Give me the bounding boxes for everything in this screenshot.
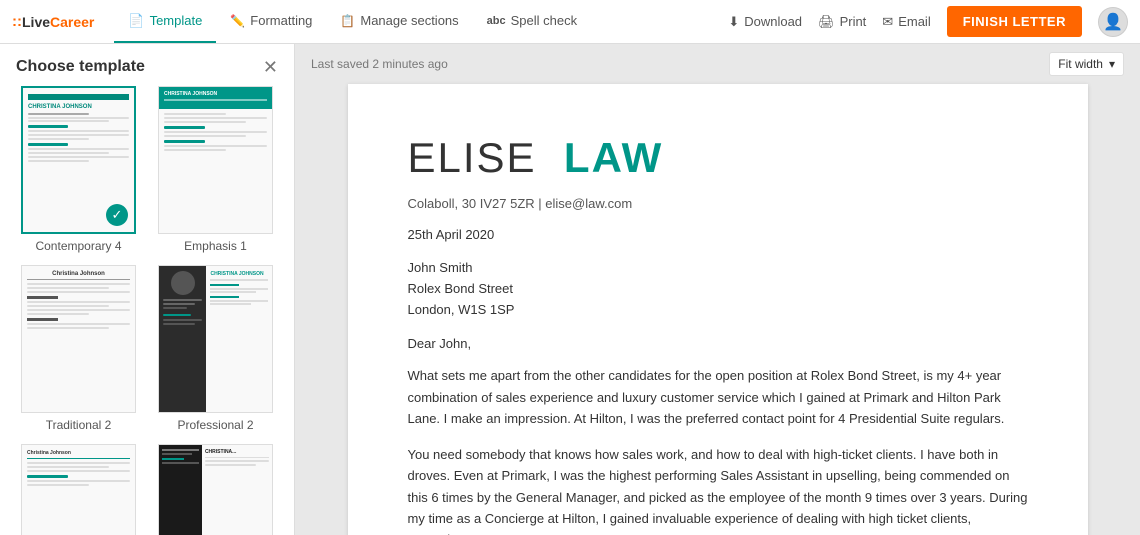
template-thumb-contemporary-4[interactable]: CHRISTINA JOHNSON ✓ [21, 86, 136, 234]
template-item-5[interactable]: Christina Johnson [16, 444, 141, 535]
main-layout: Choose template ✕ CHRISTINA JOHNSON [0, 44, 1140, 535]
tab-spell-check[interactable]: abc Spell check [473, 0, 591, 43]
letter-last-name: LAW [564, 134, 663, 181]
email-icon: ✉ [882, 14, 893, 30]
recipient-name: John Smith [408, 260, 473, 275]
fit-width-label: Fit width [1058, 57, 1103, 71]
letter-first-name: ELISE [408, 134, 537, 181]
template-thumb-6[interactable]: CHRISTINA... [158, 444, 273, 535]
chevron-down-icon: ▾ [1109, 57, 1115, 71]
letter-document: ELISE LAW Colaboll, 30 IV27 5ZR | elise@… [348, 84, 1088, 535]
template-item-traditional-2[interactable]: Christina Johnson [16, 265, 141, 432]
manage-sections-icon: 📋 [340, 14, 355, 28]
email-label: Email [898, 14, 931, 29]
close-sidebar-button[interactable]: ✕ [263, 58, 278, 76]
template-grid: CHRISTINA JOHNSON ✓ [0, 86, 294, 535]
letter-contact: Colaboll, 30 IV27 5ZR | elise@law.com [408, 196, 1028, 211]
finish-letter-button[interactable]: FINISH LETTER [947, 6, 1082, 37]
print-action[interactable]: 🖨 Print [818, 14, 866, 30]
formatting-icon: ✏️ [230, 14, 245, 28]
recipient-line3: London, W1S 1SP [408, 302, 515, 317]
nav-tabs: 📄 Template ✏️ Formatting 📋 Manage sectio… [114, 0, 728, 43]
content-area: Last saved 2 minutes ago Fit width ▾ ELI… [295, 44, 1140, 535]
fit-width-dropdown[interactable]: Fit width ▾ [1049, 52, 1124, 76]
letter-recipient: John Smith Rolex Bond Street London, W1S… [408, 258, 1028, 320]
user-avatar[interactable]: 👤 [1098, 7, 1128, 37]
template-sidebar: Choose template ✕ CHRISTINA JOHNSON [0, 44, 295, 535]
template-item-professional-2[interactable]: CHRISTINA JOHNSON Professional 2 [153, 265, 278, 432]
logo[interactable]: :: LiveCareer [12, 13, 94, 30]
template-item-emphasis-1[interactable]: CHRISTINA JOHNSON Em [153, 86, 278, 253]
tab-template[interactable]: 📄 Template [114, 0, 216, 43]
tab-spell-check-label: Spell check [511, 13, 577, 28]
template-item-contemporary-4[interactable]: CHRISTINA JOHNSON ✓ [16, 86, 141, 253]
print-label: Print [840, 14, 867, 29]
letter-date: 25th April 2020 [408, 227, 1028, 242]
download-label: Download [744, 14, 802, 29]
email-action[interactable]: ✉ Email [882, 14, 930, 30]
template-item-6[interactable]: CHRISTINA... [153, 444, 278, 535]
template-thumb-traditional-2[interactable]: Christina Johnson [21, 265, 136, 413]
recipient-line2: Rolex Bond Street [408, 281, 514, 296]
tab-manage-sections-label: Manage sections [360, 13, 458, 28]
letter-salutation: Dear John, [408, 336, 1028, 351]
template-label-traditional-2: Traditional 2 [46, 418, 112, 432]
content-toolbar: Last saved 2 minutes ago Fit width ▾ [295, 44, 1140, 84]
tab-formatting-label: Formatting [250, 13, 312, 28]
download-action[interactable]: ⬇ Download [728, 14, 802, 30]
navbar: :: LiveCareer 📄 Template ✏️ Formatting 📋… [0, 0, 1140, 44]
template-label-contemporary-4: Contemporary 4 [35, 239, 121, 253]
template-thumb-5[interactable]: Christina Johnson [21, 444, 136, 535]
spell-check-icon: abc [487, 15, 506, 27]
letter-body-1: What sets me apart from the other candid… [408, 365, 1028, 429]
template-thumb-professional-2[interactable]: CHRISTINA JOHNSON [158, 265, 273, 413]
template-label-professional-2: Professional 2 [177, 418, 253, 432]
tab-formatting[interactable]: ✏️ Formatting [216, 0, 326, 43]
template-selected-check: ✓ [106, 204, 128, 226]
tab-template-label: Template [150, 13, 203, 28]
letter-body-2: You need somebody that knows how sales w… [408, 444, 1028, 535]
print-icon: 🖨 [818, 14, 835, 30]
last-saved-text: Last saved 2 minutes ago [311, 57, 448, 71]
sidebar-title: Choose template [16, 58, 145, 76]
letter-name: ELISE LAW [408, 134, 1028, 182]
tab-manage-sections[interactable]: 📋 Manage sections [326, 0, 472, 43]
nav-right: ⬇ Download 🖨 Print ✉ Email FINISH LETTER… [728, 6, 1128, 37]
download-icon: ⬇ [728, 14, 739, 30]
template-icon: 📄 [128, 13, 144, 29]
template-thumb-emphasis-1[interactable]: CHRISTINA JOHNSON [158, 86, 273, 234]
template-label-emphasis-1: Emphasis 1 [184, 239, 247, 253]
sidebar-header: Choose template ✕ [0, 44, 294, 86]
